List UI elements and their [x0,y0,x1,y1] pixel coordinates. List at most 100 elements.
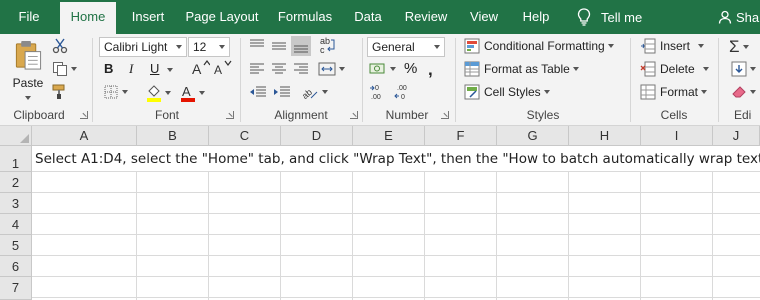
column-header-d[interactable]: D [281,126,353,146]
number-dialog-launcher[interactable] [441,111,449,119]
decrease-decimal-button[interactable]: .00 0 [393,83,413,101]
tab-help[interactable]: Help [514,0,558,34]
fill-color-dropdown-arrow[interactable] [165,91,171,95]
select-all-button[interactable] [0,126,32,146]
format-cells-button[interactable]: Format [640,84,708,100]
borders-icon [104,85,118,99]
decrease-font-size-button[interactable]: A [214,60,232,76]
percent-style-button[interactable]: % [404,60,417,77]
chevron-down-icon [701,90,708,94]
accounting-dropdown-arrow[interactable] [390,67,396,71]
tab-data[interactable]: Data [344,0,392,34]
tab-page-layout[interactable]: Page Layout [180,0,264,34]
font-color-button[interactable]: A [180,84,205,102]
column-header-j[interactable]: J [713,126,760,146]
gridline [32,192,760,193]
tab-formulas[interactable]: Formulas [270,0,340,34]
tell-me-label: Tell me [601,9,643,25]
column-header-f[interactable]: F [425,126,497,146]
align-left-icon [250,63,264,74]
tab-home[interactable]: Home [60,2,116,34]
delete-cells-icon [640,61,656,77]
bold-button[interactable]: B [104,61,113,76]
paste-dropdown-arrow[interactable] [25,96,31,100]
decrease-indent-icon [250,86,266,97]
conditional-formatting-button[interactable]: Conditional Formatting [464,38,614,54]
alignment-dialog-launcher[interactable] [350,111,358,119]
autosum-button[interactable]: Σ [729,37,749,57]
row-header-5[interactable]: 5 [0,235,32,256]
middle-align-button[interactable] [271,38,287,54]
column-header-g[interactable]: G [497,126,569,146]
merge-dropdown-arrow[interactable] [339,67,345,71]
column-header-e[interactable]: E [353,126,425,146]
orientation-button[interactable]: ab [301,84,328,100]
copy-button[interactable] [52,61,77,77]
orientation-dropdown-arrow[interactable] [322,90,328,94]
font-name-select[interactable]: Calibri Light [99,37,187,57]
person-icon [718,10,732,24]
clipboard-dialog-launcher[interactable] [80,111,88,119]
cell-styles-button[interactable]: Cell Styles [464,84,550,100]
increase-decimal-button[interactable]: 0 .00 [369,83,389,101]
column-header-c[interactable]: C [209,126,281,146]
font-color-dropdown-arrow[interactable] [199,91,205,95]
fill-button[interactable] [731,61,756,77]
number-format-select[interactable]: General [367,37,445,57]
format-painter-button[interactable] [52,84,68,100]
paste-button[interactable]: Paste [10,40,46,100]
column-header-b[interactable]: B [137,126,209,146]
underline-dropdown-arrow[interactable] [167,68,173,72]
font-size-select[interactable]: 12 [188,37,230,57]
top-align-button[interactable] [249,38,265,54]
merge-cells-icon [318,62,336,76]
worksheet-grid[interactable]: A B C D E F G H I J 1 2 3 4 5 6 7 Select… [0,126,760,300]
tell-me-box[interactable]: Tell me [577,0,642,34]
row-header-2[interactable]: 2 [0,172,32,193]
share-button[interactable]: Shar [718,0,760,34]
conditional-formatting-label: Conditional Formatting [484,39,605,53]
increase-indent-button[interactable] [273,84,291,100]
column-header-a[interactable]: A [32,126,137,146]
gridline [208,172,209,300]
row-header-1[interactable]: 1 [0,146,32,172]
bottom-align-button[interactable] [291,36,311,56]
row-header-3[interactable]: 3 [0,193,32,214]
align-right-button[interactable] [293,61,309,77]
format-as-table-button[interactable]: Format as Table [464,61,579,77]
copy-dropdown-arrow[interactable] [71,67,77,71]
insert-cells-button[interactable]: Insert [640,38,705,54]
wrap-text-button[interactable]: ab c [318,36,336,54]
accounting-format-button[interactable] [369,61,396,77]
row-header-6[interactable]: 6 [0,256,32,277]
column-header-h[interactable]: H [569,126,641,146]
align-center-button[interactable] [271,61,287,77]
decrease-indent-button[interactable] [249,84,267,100]
font-dialog-launcher[interactable] [226,111,234,119]
gridline [32,297,760,298]
clear-button[interactable] [731,84,756,100]
delete-cells-button[interactable]: Delete [640,61,709,77]
merge-center-button[interactable] [318,61,345,77]
cut-button[interactable] [52,38,68,54]
tab-insert[interactable]: Insert [120,0,176,34]
borders-button[interactable] [103,84,128,100]
format-table-icon [464,61,480,77]
tab-review[interactable]: Review [398,0,454,34]
italic-button[interactable]: I [129,61,133,77]
align-left-button[interactable] [249,61,265,77]
tab-file[interactable]: File [0,0,58,34]
column-header-i[interactable]: I [641,126,713,146]
underline-button[interactable]: U [150,61,159,76]
row-header-7[interactable]: 7 [0,277,32,300]
paste-icon [15,40,42,70]
comma-style-button[interactable]: , [428,60,433,80]
align-middle-icon [272,42,286,50]
row-header-4[interactable]: 4 [0,214,32,235]
cell-a1[interactable]: Select A1:D4, select the "Home" tab, and… [35,147,760,171]
borders-dropdown-arrow[interactable] [122,90,128,94]
increase-font-size-button[interactable]: A [192,60,210,76]
ribbon-separator [630,38,631,122]
fill-color-button[interactable] [146,84,171,102]
tab-view[interactable]: View [462,0,506,34]
